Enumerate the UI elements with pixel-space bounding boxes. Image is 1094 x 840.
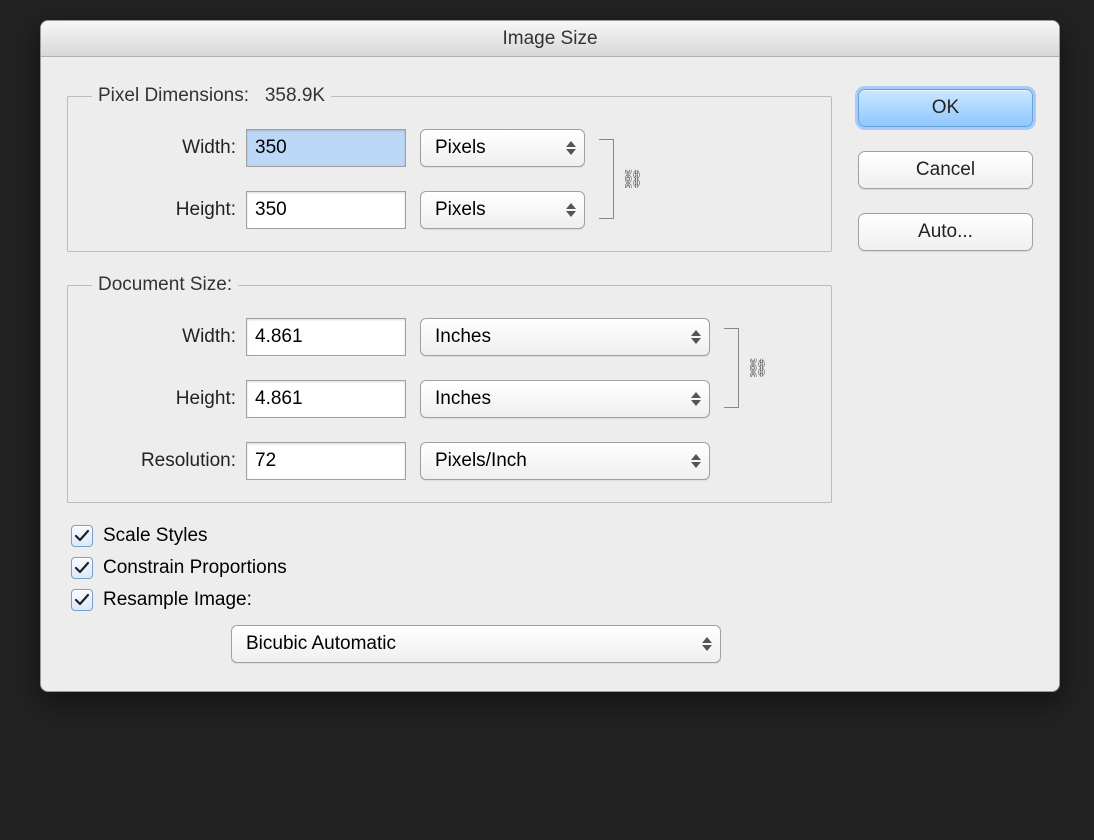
bracket-icon [595,129,617,229]
bracket-icon [720,318,742,418]
updown-icon [691,392,701,406]
resolution-unit-value: Pixels/Inch [435,450,527,472]
pixel-height-unit-value: Pixels [435,199,486,221]
resample-image-label: Resample Image: [103,589,252,611]
chain-link-icon[interactable]: ⛓ [621,169,644,190]
doc-height-unit-select[interactable]: Inches [420,380,710,418]
pixel-height-label: Height: [86,199,246,221]
dialog-content: Pixel Dimensions: 358.9K Width: Pixels [41,57,1059,691]
pixel-width-label: Width: [86,137,246,159]
checkmark-icon [74,528,90,544]
ok-button[interactable]: OK [858,89,1033,127]
resolution-label: Resolution: [86,450,246,472]
pixel-width-unit-select[interactable]: Pixels [420,129,585,167]
doc-link-constraint: ⛓ [720,318,769,418]
options-checkboxes: Scale Styles Constrain Proportions Resam… [67,525,832,663]
document-size-legend: Document Size: [92,274,238,296]
updown-icon [566,203,576,217]
resample-method-select[interactable]: Bicubic Automatic [231,625,721,663]
resample-method-value: Bicubic Automatic [246,633,396,655]
updown-icon [702,637,712,651]
cancel-button[interactable]: Cancel [858,151,1033,189]
left-column: Pixel Dimensions: 358.9K Width: Pixels [67,85,832,663]
checkmark-icon [74,560,90,576]
doc-height-input[interactable] [246,380,406,418]
scale-styles-label: Scale Styles [103,525,208,547]
chain-link-icon[interactable]: ⛓ [746,358,769,379]
updown-icon [691,330,701,344]
pixel-dimensions-legend-prefix: Pixel Dimensions: [98,85,249,106]
constrain-proportions-checkbox[interactable] [71,557,93,579]
doc-width-label: Width: [86,326,246,348]
doc-height-label: Height: [86,388,246,410]
updown-icon [691,454,701,468]
pixel-dimensions-legend: Pixel Dimensions: 358.9K [92,85,331,107]
checkmark-icon [74,592,90,608]
resolution-unit-select[interactable]: Pixels/Inch [420,442,710,480]
pixel-link-constraint: ⛓ [595,129,644,229]
pixel-width-unit-value: Pixels [435,137,486,159]
pixel-height-input[interactable] [246,191,406,229]
pixel-dimensions-size: 358.9K [265,85,325,106]
doc-height-unit-value: Inches [435,388,491,410]
document-size-group: Document Size: Width: Inches Height [67,274,832,503]
updown-icon [566,141,576,155]
scale-styles-checkbox[interactable] [71,525,93,547]
dialog-title: Image Size [41,21,1059,57]
pixel-height-unit-select[interactable]: Pixels [420,191,585,229]
auto-button[interactable]: Auto... [858,213,1033,251]
pixel-width-input[interactable] [246,129,406,167]
doc-width-unit-select[interactable]: Inches [420,318,710,356]
image-size-dialog: Image Size Pixel Dimensions: 358.9K Widt… [40,20,1060,692]
right-button-column: OK Cancel Auto... [858,85,1033,663]
pixel-dimensions-group: Pixel Dimensions: 358.9K Width: Pixels [67,85,832,252]
constrain-proportions-label: Constrain Proportions [103,557,287,579]
resample-image-checkbox[interactable] [71,589,93,611]
doc-width-input[interactable] [246,318,406,356]
resolution-input[interactable] [246,442,406,480]
doc-width-unit-value: Inches [435,326,491,348]
